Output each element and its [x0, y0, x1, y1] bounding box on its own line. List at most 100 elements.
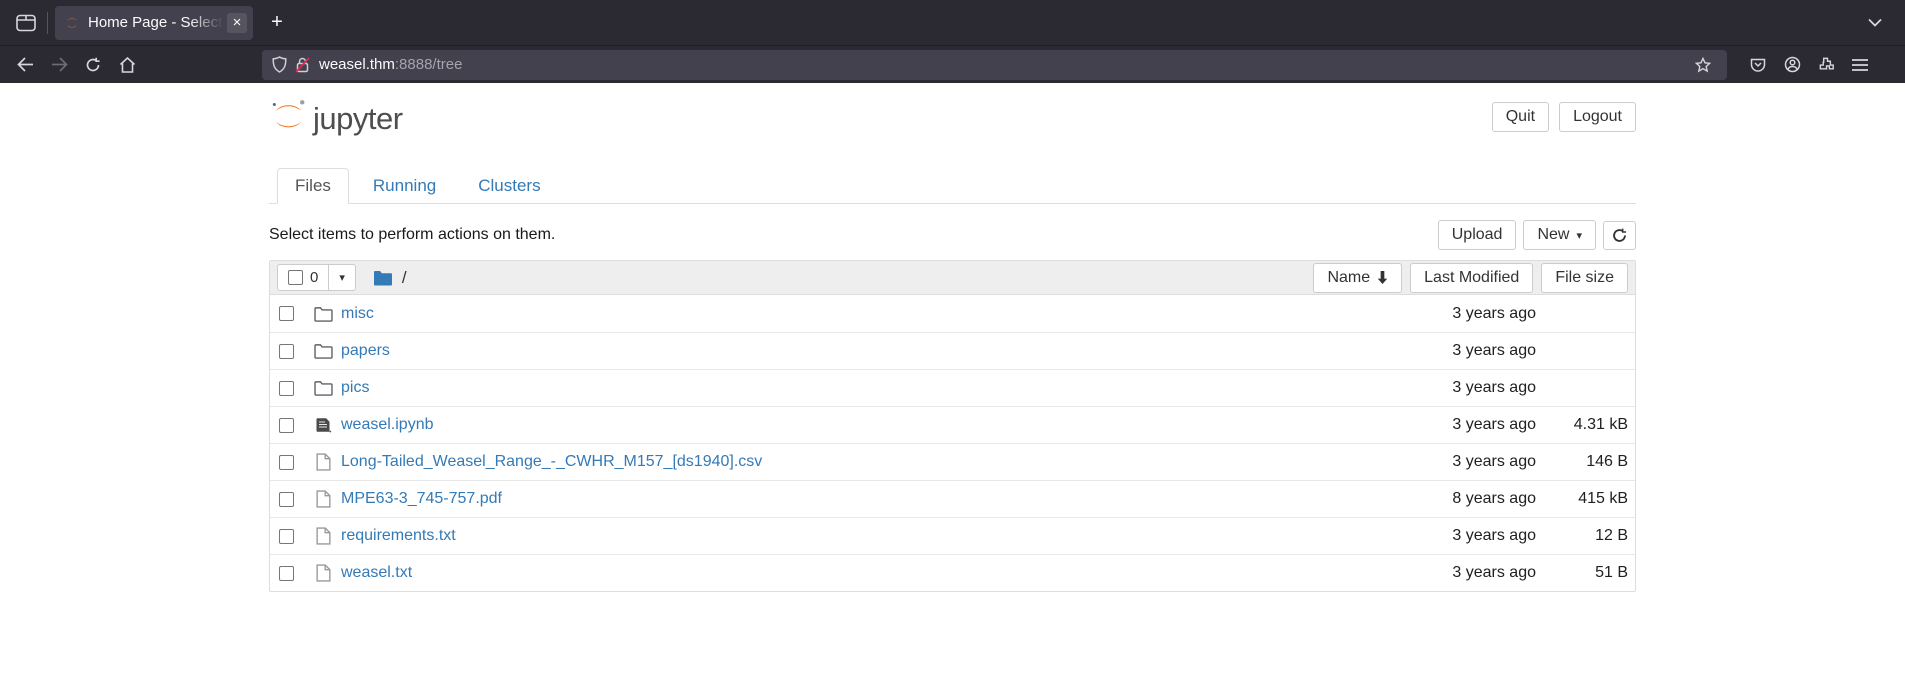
sort-size-button[interactable]: File size — [1541, 263, 1628, 293]
row-checkbox[interactable] — [279, 418, 294, 433]
file-size: 12 B — [1536, 527, 1628, 545]
table-row: requirements.txt 3 years ago 12 B — [270, 517, 1635, 554]
forward-icon[interactable] — [42, 50, 76, 80]
action-row: Select items to perform actions on them.… — [269, 220, 1636, 250]
menu-hamburger-icon[interactable] — [1843, 50, 1877, 80]
table-row: pics 3 years ago — [270, 369, 1635, 406]
tracking-shield-icon[interactable] — [272, 56, 287, 73]
file-icon — [313, 453, 333, 471]
extensions-puzzle-icon[interactable] — [1809, 50, 1843, 80]
account-icon[interactable] — [1775, 50, 1809, 80]
tab-running[interactable]: Running — [355, 168, 454, 204]
folder-icon — [313, 343, 333, 359]
list-all-tabs-chevron-icon[interactable] — [1859, 7, 1891, 39]
file-modified: 3 years ago — [1386, 453, 1536, 471]
selected-count: 0 — [310, 269, 318, 286]
table-row: weasel.txt 3 years ago 51 B — [270, 554, 1635, 591]
bookmark-star-icon[interactable] — [1689, 52, 1717, 78]
new-dropdown-button[interactable]: New ▾ — [1523, 220, 1596, 250]
row-checkbox[interactable] — [279, 566, 294, 581]
row-checkbox[interactable] — [279, 381, 294, 396]
table-row: MPE63-3_745-757.pdf 8 years ago 415 kB — [270, 480, 1635, 517]
file-link[interactable]: papers — [341, 342, 390, 360]
folder-icon — [313, 306, 333, 322]
firefox-view-icon[interactable] — [8, 7, 44, 39]
jupyter-page: jupyter Quit Logout Files Running Cluste… — [0, 83, 1905, 592]
refresh-button[interactable] — [1603, 221, 1636, 250]
url-path: :8888/tree — [395, 56, 463, 73]
pocket-icon[interactable] — [1741, 50, 1775, 80]
browser-nav-bar: weasel.thm:8888/tree — [0, 45, 1905, 83]
row-checkbox[interactable] — [279, 344, 294, 359]
file-modified: 3 years ago — [1386, 416, 1536, 434]
file-link[interactable]: requirements.txt — [341, 527, 456, 545]
select-all-button[interactable]: 0 — [277, 264, 329, 291]
breadcrumb-folder-icon[interactable] — [373, 269, 393, 286]
url-host: weasel.thm — [319, 56, 395, 73]
caret-down-icon: ▾ — [1576, 229, 1582, 242]
file-icon — [313, 564, 333, 582]
insecure-lock-icon[interactable] — [296, 57, 309, 73]
url-bar[interactable]: weasel.thm:8888/tree — [262, 50, 1727, 80]
jupyter-favicon-icon — [64, 15, 80, 31]
quit-button[interactable]: Quit — [1492, 102, 1549, 132]
sort-name-label: Name — [1327, 269, 1370, 287]
file-modified: 3 years ago — [1386, 305, 1536, 323]
file-link[interactable]: weasel.ipynb — [341, 416, 434, 434]
upload-button[interactable]: Upload — [1438, 220, 1517, 250]
logo-wordmark: jupyter — [313, 103, 403, 136]
table-row: misc 3 years ago — [270, 295, 1635, 332]
folder-icon — [313, 380, 333, 396]
home-icon[interactable] — [110, 50, 144, 80]
file-link[interactable]: Long-Tailed_Weasel_Range_-_CWHR_M157_[ds… — [341, 453, 762, 471]
file-icon — [313, 490, 333, 508]
file-modified: 3 years ago — [1386, 342, 1536, 360]
page-header: jupyter Quit Logout — [269, 83, 1636, 142]
logout-button[interactable]: Logout — [1559, 102, 1636, 132]
browser-tab-bar: Home Page - Select or cre × + — [0, 0, 1905, 45]
row-checkbox[interactable] — [279, 492, 294, 507]
arrow-down-icon — [1377, 271, 1388, 284]
table-row: papers 3 years ago — [270, 332, 1635, 369]
file-link[interactable]: weasel.txt — [341, 564, 412, 582]
table-row: Long-Tailed_Weasel_Range_-_CWHR_M157_[ds… — [270, 443, 1635, 480]
jupyter-logo-icon — [269, 97, 308, 136]
tab-files[interactable]: Files — [277, 168, 349, 204]
select-dropdown-button[interactable]: ▾ — [328, 264, 356, 291]
file-modified: 3 years ago — [1386, 379, 1536, 397]
file-size: 51 B — [1536, 564, 1628, 582]
select-all-checkbox[interactable] — [288, 270, 303, 285]
file-icon — [313, 527, 333, 545]
browser-tab-active[interactable]: Home Page - Select or cre × — [55, 6, 253, 40]
table-row: weasel.ipynb 3 years ago 4.31 kB — [270, 406, 1635, 443]
row-checkbox[interactable] — [279, 306, 294, 321]
tab-separator — [47, 12, 48, 34]
sort-modified-button[interactable]: Last Modified — [1410, 263, 1533, 293]
row-checkbox[interactable] — [279, 455, 294, 470]
tab-clusters[interactable]: Clusters — [460, 168, 558, 204]
file-size: 415 kB — [1536, 490, 1628, 508]
notebook-icon — [313, 417, 333, 433]
file-list-container: 0 ▾ / Name Last Modified File siz — [269, 260, 1636, 592]
new-tab-button[interactable]: + — [260, 6, 294, 40]
file-list: misc 3 years ago papers 3 years ago pics… — [270, 295, 1635, 591]
row-checkbox[interactable] — [279, 529, 294, 544]
file-size: 146 B — [1536, 453, 1628, 471]
back-icon[interactable] — [8, 50, 42, 80]
sort-name-button[interactable]: Name — [1313, 263, 1402, 293]
select-hint-text: Select items to perform actions on them. — [269, 226, 1438, 244]
tab-close-icon[interactable]: × — [227, 13, 247, 33]
list-header: 0 ▾ / Name Last Modified File siz — [270, 261, 1635, 295]
file-modified: 3 years ago — [1386, 564, 1536, 582]
file-link[interactable]: MPE63-3_745-757.pdf — [341, 490, 502, 508]
file-modified: 8 years ago — [1386, 490, 1536, 508]
file-link[interactable]: pics — [341, 379, 369, 397]
view-tabs: Files Running Clusters — [269, 168, 1636, 204]
file-link[interactable]: misc — [341, 305, 374, 323]
jupyter-logo[interactable]: jupyter — [269, 97, 403, 136]
file-modified: 3 years ago — [1386, 527, 1536, 545]
new-label: New — [1537, 226, 1569, 244]
reload-icon[interactable] — [76, 50, 110, 80]
file-size: 4.31 kB — [1536, 416, 1628, 434]
breadcrumb-root-link[interactable]: / — [402, 268, 407, 288]
